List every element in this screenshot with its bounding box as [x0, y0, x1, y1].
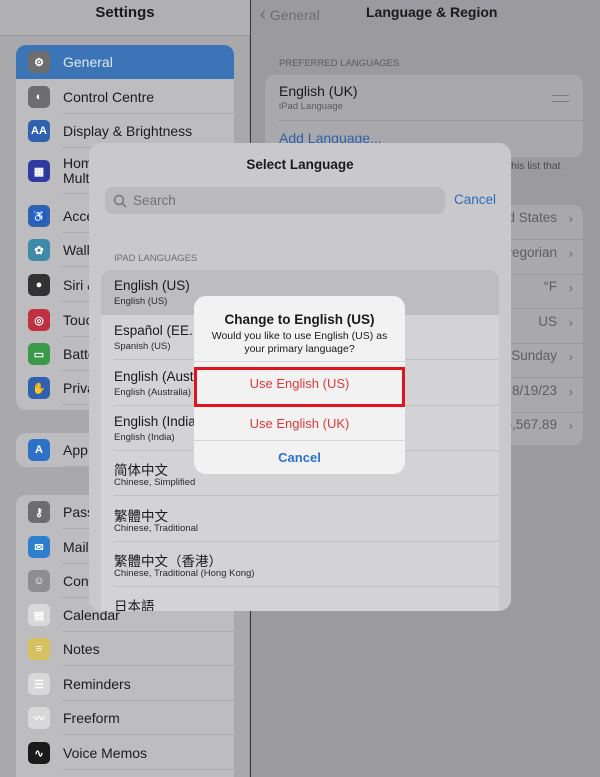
waveform-icon: ∿ — [28, 742, 50, 764]
language-name: English (India) — [114, 413, 201, 429]
sidebar-item[interactable]: ☰ Reminders — [16, 667, 234, 701]
use-english-uk-button[interactable]: Use English (UK) — [194, 406, 405, 440]
sidebar-item[interactable]: ⚙ General — [16, 45, 234, 79]
language-sub: Chinese, Simplified — [114, 477, 196, 489]
page-title: Language & Region — [366, 4, 498, 20]
sidebar-item-label: Display & Brightness — [63, 122, 193, 139]
sidebar-item-label: General — [63, 53, 113, 70]
alert-cancel-button[interactable]: Cancel — [194, 440, 405, 474]
region-setting-value[interactable]: US — [538, 314, 557, 329]
sidebar-item[interactable]: ∿ Voice Memos — [16, 736, 234, 770]
language-row[interactable]: 日本語 — [101, 587, 499, 611]
sidebar-item-label: Control Centre — [63, 88, 155, 105]
gear-icon: ⚙ — [28, 51, 50, 73]
siri-icon: ● — [28, 274, 50, 296]
language-sub: Spanish (US) — [114, 341, 171, 353]
divider — [63, 665, 234, 666]
contacts-icon: ☺ — [28, 570, 50, 592]
text-size-icon: AA — [28, 120, 50, 142]
sidebar-item-label: Freeform — [63, 709, 120, 726]
language-sub: English (US) — [114, 296, 168, 307]
alert-message: Would you like to use English (US) as yo… — [211, 330, 388, 355]
language-sub: English (India) — [114, 431, 175, 443]
back-button[interactable]: ‹ General — [260, 4, 320, 25]
cancel-button[interactable]: Cancel — [454, 192, 496, 207]
region-setting-value[interactable]: regorian — [507, 245, 557, 260]
preferred-languages-label: PREFERRED LANGUAGES — [279, 58, 400, 69]
sidebar-item[interactable]: ◐ Control Centre — [16, 80, 234, 114]
region-setting-value[interactable]: °F — [543, 279, 557, 294]
key-icon: ⚷ — [28, 501, 50, 523]
flower-icon: ✿ — [28, 239, 50, 261]
search-placeholder: Search — [133, 193, 176, 208]
region-setting-value[interactable]: d States — [507, 210, 557, 225]
sidebar-item[interactable]: ≡ Notes — [16, 632, 234, 666]
language-name: English (US) — [114, 278, 190, 293]
footer-text: his list that — [511, 160, 561, 172]
language-sub: English (Australia) — [114, 386, 192, 398]
highlight-box — [194, 367, 405, 407]
search-input[interactable]: Search — [105, 187, 445, 214]
divider — [63, 769, 234, 770]
alert-title: Change to English (US) — [224, 312, 375, 327]
region-setting-value[interactable]: 8/19/23 — [512, 383, 557, 398]
chevron-right-icon: › — [568, 280, 573, 295]
chevron-right-icon: › — [568, 418, 573, 433]
language-name: 日本語 — [114, 599, 155, 611]
back-label: General — [269, 7, 320, 23]
accessibility-icon: ♿ — [28, 205, 50, 227]
sidebar-item[interactable]: 〰 Freeform — [16, 701, 234, 735]
chevron-right-icon: › — [568, 245, 573, 261]
language-row[interactable]: 繁體中文 Chinese, Traditional — [101, 497, 499, 542]
sidebar-title: Settings — [95, 4, 155, 21]
calendar-icon: ▤ — [28, 604, 50, 626]
mail-icon: ✉ — [28, 536, 50, 558]
divider — [63, 734, 234, 735]
region-setting-value[interactable]: Sunday — [511, 348, 557, 363]
battery-icon: ▭ — [28, 343, 50, 365]
toggle-icon: ◐ — [28, 86, 50, 108]
freeform-icon: 〰 — [28, 707, 50, 729]
chevron-right-icon: › — [568, 211, 573, 226]
chevron-right-icon: › — [568, 349, 573, 364]
chevron-left-icon: ‹ — [260, 4, 266, 24]
reminders-icon: ☰ — [28, 673, 50, 695]
fingerprint-icon: ◎ — [28, 309, 50, 331]
language-name: 繁體中文 — [114, 508, 168, 524]
app-store-icon: A — [28, 439, 50, 461]
language-sub: Chinese, Traditional — [114, 522, 198, 534]
notes-icon: ≡ — [28, 638, 50, 660]
grid-icon: ▦ — [28, 160, 50, 182]
sidebar-item-label: Mail — [63, 538, 89, 555]
language-name: 简体中文 — [114, 463, 168, 479]
language-sub: Chinese, Traditional (Hong Kong) — [114, 567, 255, 579]
preferred-language-sub: iPad Language — [279, 101, 343, 112]
sheet-title: Select Language — [246, 157, 354, 172]
chevron-right-icon: › — [568, 314, 573, 330]
language-row[interactable]: 繁體中文（香港） Chinese, Traditional (Hong Kong) — [101, 542, 499, 587]
sidebar-item-label: Voice Memos — [63, 744, 148, 761]
reorder-handle-icon[interactable] — [552, 95, 569, 102]
search-icon — [113, 194, 127, 208]
hand-icon: ✋ — [28, 377, 50, 399]
preferred-language-name[interactable]: English (UK) — [279, 83, 358, 99]
ipad-languages-label: IPAD LANGUAGES — [114, 253, 198, 264]
region-setting-value[interactable]: 5,567.89 — [504, 417, 557, 432]
language-name: 繁體中文（香港） — [114, 553, 222, 569]
sidebar-item-label: Notes — [63, 640, 100, 657]
chevron-right-icon: › — [568, 383, 573, 399]
sidebar-item-label: Reminders — [63, 675, 131, 692]
divider — [279, 120, 583, 121]
